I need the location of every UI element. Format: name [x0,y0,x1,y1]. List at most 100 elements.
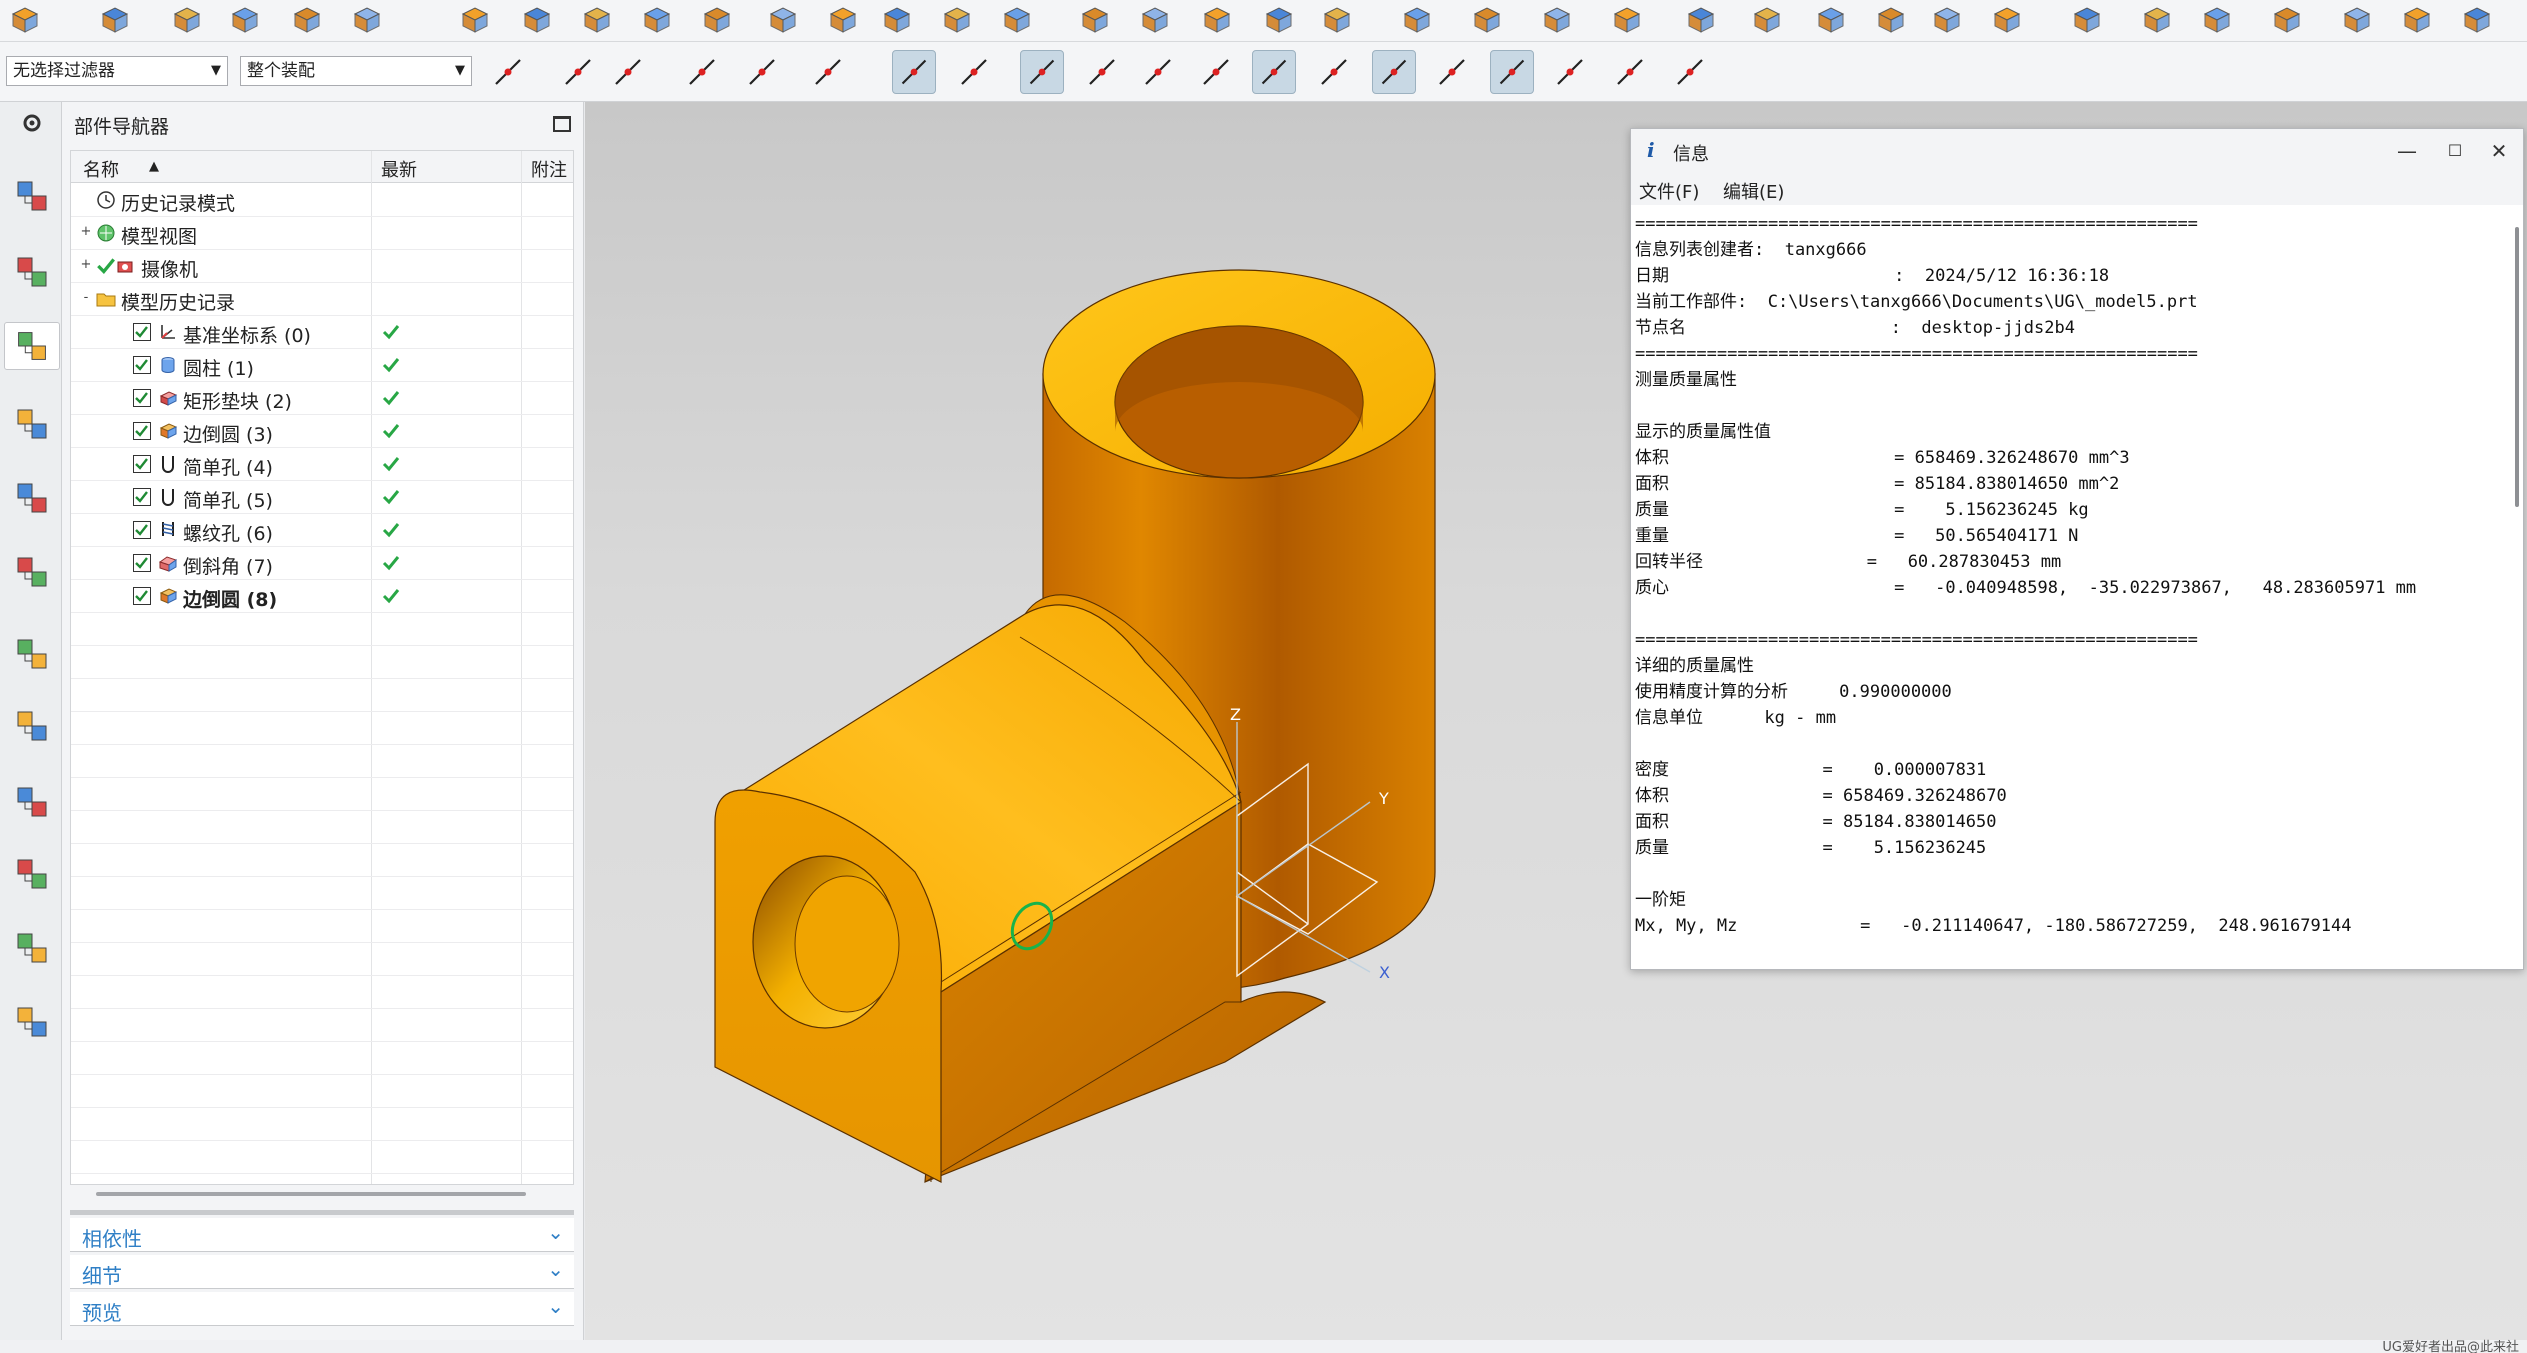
navigator-row[interactable]: 基准坐标系 (0) [71,316,573,349]
ribbon-tool-icon[interactable] [520,2,554,36]
feature-checkbox[interactable] [133,488,151,506]
feature-checkbox[interactable] [133,422,151,440]
ribbon-tool-icon[interactable] [1000,2,1034,36]
ribbon-tool-icon[interactable] [1200,2,1234,36]
center-point-icon[interactable] [1372,50,1416,94]
ribbon-tool-icon[interactable] [1262,2,1296,36]
ribbon-tool-icon[interactable] [228,2,262,36]
ribbon-tool-icon[interactable] [1138,2,1172,36]
cross-point-icon[interactable] [1490,50,1534,94]
ribbon-tool-icon[interactable] [1320,2,1354,36]
list-icon[interactable] [8,998,56,1046]
close-button[interactable]: ✕ [2485,137,2513,165]
ribbon-tool-icon[interactable] [940,2,974,36]
circle-point-icon[interactable] [1430,50,1474,94]
column-name[interactable]: 名称 [83,156,119,182]
info-titlebar[interactable]: i 信息 — ☐ ✕ [1631,129,2523,173]
panel-details[interactable]: 细节 ⌄ [70,1255,574,1289]
visible-check-icon[interactable] [95,255,117,277]
navigator-row[interactable]: 历史记录模式 [71,184,573,217]
navigator-row[interactable]: 倒斜角 (7) [71,547,573,580]
line-point-icon[interactable] [1136,50,1180,94]
collapse-icon[interactable]: - [79,291,93,305]
ribbon-tool-icon[interactable] [350,2,384,36]
ribbon-tool-icon[interactable] [2200,2,2234,36]
ribbon-tool-icon[interactable] [98,2,132,36]
expand-icon[interactable]: + [79,258,93,272]
feature-checkbox[interactable] [133,356,151,374]
ribbon-tool-icon[interactable] [8,2,42,36]
ribbon-tool-icon[interactable] [580,2,614,36]
point-filter-icon[interactable] [606,50,650,94]
assembly-scope-select[interactable]: 整个装配 ▼ [240,56,472,86]
horizontal-scrollbar[interactable] [96,1192,526,1196]
ribbon-tool-icon[interactable] [1930,2,1964,36]
roles-icon[interactable] [8,850,56,898]
navigator-row[interactable]: 简单孔 (4) [71,448,573,481]
ribbon-tool-icon[interactable] [1610,2,1644,36]
ribbon-tool-icon[interactable] [1470,2,1504,36]
selection-options-icon[interactable] [486,50,530,94]
ribbon-tool-icon[interactable] [1078,2,1112,36]
constraint-navigator-icon[interactable] [8,248,56,296]
intersect-icon[interactable] [1312,50,1356,94]
system-scene-icon[interactable] [8,924,56,972]
ribbon-tool-icon[interactable] [1990,2,2024,36]
snap-points-icon[interactable] [1020,50,1064,94]
ribbon-tool-icon[interactable] [1540,2,1574,36]
ribbon-tool-icon[interactable] [1814,2,1848,36]
web-browser-icon[interactable] [8,474,56,522]
navigator-row[interactable]: 矩形垫块 (2) [71,382,573,415]
info-window[interactable]: i 信息 — ☐ ✕ 文件(F) 编辑(E) =================… [1630,128,2524,970]
ribbon-tool-icon[interactable] [458,2,492,36]
panel-dependencies[interactable]: 相依性 ⌄ [70,1218,574,1252]
ribbon-tool-icon[interactable] [2340,2,2374,36]
feature-checkbox[interactable] [133,389,151,407]
ribbon-tool-icon[interactable] [290,2,324,36]
navigator-row[interactable]: - 模型历史记录 [71,283,573,316]
snap-filter-icon[interactable] [556,50,600,94]
redo-icon[interactable] [740,50,784,94]
menu-edit[interactable]: 编辑(E) [1723,178,1784,204]
maximize-button[interactable]: ☐ [2441,137,2469,165]
vertical-scrollbar[interactable] [2515,227,2519,507]
visualization-icon[interactable] [8,702,56,750]
ribbon-tool-icon[interactable] [1750,2,1784,36]
assembly-navigator-icon[interactable] [8,172,56,220]
undo-icon[interactable] [680,50,724,94]
ribbon-tool-icon[interactable] [1874,2,1908,36]
feature-checkbox[interactable] [133,587,151,605]
navigator-row[interactable]: 边倒圆 (3) [71,415,573,448]
ribbon-tool-icon[interactable] [1684,2,1718,36]
navigator-row[interactable]: + 模型视图 [71,217,573,250]
manufacturing-icon[interactable] [8,778,56,826]
part-navigator-icon[interactable] [4,322,60,370]
menu-file[interactable]: 文件(F) [1639,178,1699,204]
feature-checkbox[interactable] [133,554,151,572]
ribbon-tool-icon[interactable] [2070,2,2104,36]
ribbon-tool-icon[interactable] [826,2,860,36]
box-select-icon[interactable] [806,50,850,94]
shaded-view-icon[interactable] [892,50,936,94]
feature-checkbox[interactable] [133,323,151,341]
panel-preview[interactable]: 预览 ⌄ [70,1292,574,1326]
process-studio-icon[interactable] [8,630,56,678]
navigator-row[interactable]: 螺纹孔 (6) [71,514,573,547]
navigator-row[interactable]: 边倒圆 (8) [71,580,573,613]
ribbon-tool-icon[interactable] [700,2,734,36]
feature-checkbox[interactable] [133,455,151,473]
ribbon-tool-icon[interactable] [2400,2,2434,36]
tangent-point-icon[interactable] [1548,50,1592,94]
navigator-row[interactable]: 圆柱 (1) [71,349,573,382]
reuse-library-icon[interactable] [8,400,56,448]
grid-icon[interactable] [1668,50,1712,94]
navigator-row[interactable]: + 摄像机 [71,250,573,283]
solid-view-icon[interactable] [952,50,996,94]
settings-gear-icon[interactable] [8,106,56,140]
sort-asc-icon[interactable]: ▲ [149,159,159,174]
column-notes[interactable]: 附注 [531,156,567,182]
surface-point-icon[interactable] [1608,50,1652,94]
ribbon-tool-icon[interactable] [640,2,674,36]
ribbon-tool-icon[interactable] [2460,2,2494,36]
ribbon-tool-icon[interactable] [170,2,204,36]
